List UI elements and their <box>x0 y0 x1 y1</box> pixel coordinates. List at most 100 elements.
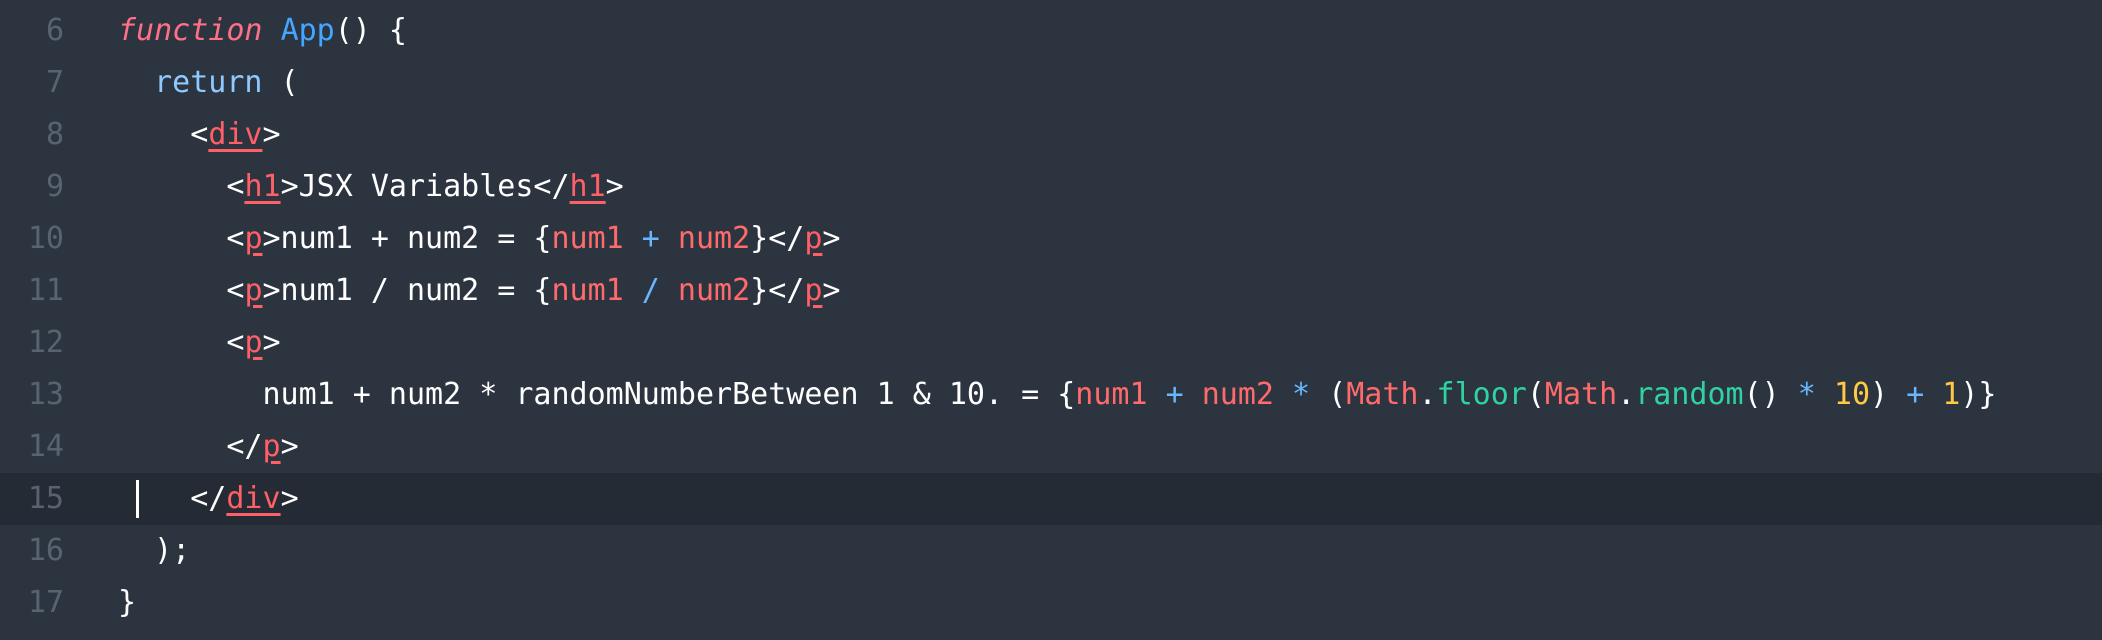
code-token: + <box>623 221 678 256</box>
code-token: function <box>118 13 263 48</box>
code-text: ); <box>118 525 190 577</box>
line-number: 12 <box>27 325 64 360</box>
code-token: return <box>154 65 263 100</box>
code-token: }</ <box>750 273 805 308</box>
code-token: + <box>1147 377 1202 412</box>
code-token: h1 <box>244 169 281 204</box>
code-text: function App() { <box>118 5 407 57</box>
code-line[interactable]: 13 num1 + num2 * randomNumberBetween 1 &… <box>0 369 2102 421</box>
code-line[interactable]: 15 </div> <box>0 473 2102 525</box>
code-token: ( <box>1328 377 1347 412</box>
line-number: 10 <box>27 221 64 256</box>
code-token: 1 <box>1942 377 1961 412</box>
code-line[interactable]: 6 function App() { <box>0 5 2102 57</box>
code-text: <div> <box>118 109 281 161</box>
code-token: > <box>605 169 624 204</box>
code-line[interactable]: 9 <h1>JSX Variables</h1> <box>0 161 2102 213</box>
code-text: <p>num1 / num2 = {num1 / num2}</p> <box>118 265 840 317</box>
code-token: num2 <box>677 221 751 256</box>
code-token: p <box>244 221 263 256</box>
code-token: * <box>1273 377 1329 412</box>
code-token: num2 <box>677 273 751 308</box>
code-token: num1 <box>551 273 624 308</box>
code-text: <p>num1 + num2 = {num1 + num2}</p> <box>118 213 840 265</box>
code-token: Math <box>1346 377 1419 412</box>
line-number: 14 <box>27 429 64 464</box>
code-token: num1 <box>1075 377 1148 412</box>
code-line[interactable]: 8 <div> <box>0 109 2102 161</box>
code-token: </ <box>118 429 263 464</box>
code-token: }</ <box>750 221 805 256</box>
code-token: div <box>208 117 263 152</box>
code-token: ( <box>1526 377 1545 412</box>
code-line[interactable]: 17} <box>0 577 2102 629</box>
code-token: >JSX Variables</ <box>280 169 570 204</box>
line-number: 7 <box>45 65 64 100</box>
code-token: num1 + num2 * randomNumberBetween 1 & 10… <box>118 377 1076 412</box>
code-line[interactable]: 16 ); <box>0 525 2102 577</box>
code-token: )} <box>1960 377 1997 412</box>
code-token: num2 <box>1201 377 1274 412</box>
code-token: () <box>1743 377 1780 412</box>
code-token: p <box>804 273 823 308</box>
code-token: > <box>262 117 281 152</box>
code-line[interactable]: 7 return ( <box>0 57 2102 109</box>
code-text: return ( <box>118 57 299 109</box>
code-token: } <box>118 585 137 620</box>
code-token: p <box>244 273 263 308</box>
code-token: num1 <box>551 221 624 256</box>
code-text: <p> <box>118 317 281 369</box>
code-token: > <box>822 221 841 256</box>
code-token: Math <box>1544 377 1618 412</box>
code-token: div <box>226 481 281 516</box>
code-line[interactable]: 14 </p> <box>0 421 2102 473</box>
code-token: . <box>1418 377 1437 412</box>
code-token: 10 <box>1833 377 1871 412</box>
code-text: } <box>118 577 136 629</box>
code-token: < <box>118 169 245 204</box>
code-token: h1 <box>569 169 606 204</box>
line-number: 8 <box>45 117 64 152</box>
code-token: ); <box>118 533 191 568</box>
line-number: 6 <box>45 13 64 48</box>
code-text: <h1>JSX Variables</h1> <box>118 161 624 213</box>
code-token: < <box>118 273 245 308</box>
code-editor[interactable]: 6 function App() {7 return (8 <div> 9 <h1>… <box>0 0 2102 640</box>
code-token: > <box>262 325 281 360</box>
code-token: ( <box>262 65 299 100</box>
code-token: . <box>1617 377 1636 412</box>
code-text: </div> <box>118 473 299 525</box>
text-cursor <box>136 480 139 518</box>
code-token: App <box>280 13 335 48</box>
code-token: > <box>280 481 299 516</box>
line-number: 15 <box>27 481 64 516</box>
code-token: p <box>804 221 823 256</box>
code-token: < <box>118 117 209 152</box>
code-text: num1 + num2 * randomNumberBetween 1 & 10… <box>118 369 1996 421</box>
code-token: < <box>118 325 245 360</box>
code-token: ) <box>1870 377 1889 412</box>
line-number: 11 <box>27 273 64 308</box>
code-token: + <box>1888 377 1943 412</box>
line-number: 13 <box>27 377 64 412</box>
code-token: >num1 / num2 = { <box>262 273 552 308</box>
code-token: </ <box>118 481 227 516</box>
code-line[interactable]: 11 <p>num1 / num2 = {num1 / num2}</p> <box>0 265 2102 317</box>
line-number: 17 <box>27 585 64 620</box>
code-token: p <box>262 429 281 464</box>
code-token: p <box>244 325 263 360</box>
code-line[interactable]: 10 <p>num1 + num2 = {num1 + num2}</p> <box>0 213 2102 265</box>
code-token: floor <box>1436 377 1527 412</box>
code-token: >num1 + num2 = { <box>262 221 552 256</box>
code-token: () { <box>334 13 407 48</box>
code-token: random <box>1635 377 1744 412</box>
code-line[interactable]: 12 <p> <box>0 317 2102 369</box>
code-token: < <box>118 221 245 256</box>
code-token: > <box>280 429 299 464</box>
line-number: 16 <box>27 533 64 568</box>
line-number: 9 <box>45 169 64 204</box>
code-token: * <box>1779 377 1834 412</box>
code-token: > <box>822 273 841 308</box>
